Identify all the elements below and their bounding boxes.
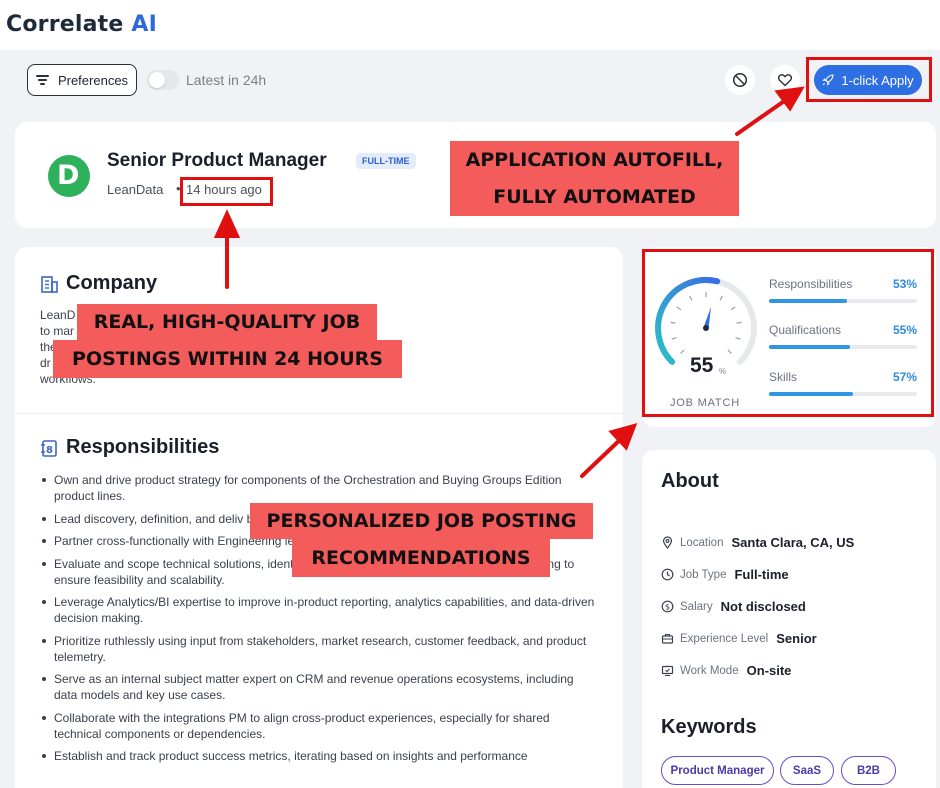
arrow-to-match bbox=[580, 434, 626, 478]
arrow-to-apply bbox=[735, 95, 792, 136]
arrowhead bbox=[213, 209, 241, 238]
annotation-arrows bbox=[213, 86, 805, 478]
